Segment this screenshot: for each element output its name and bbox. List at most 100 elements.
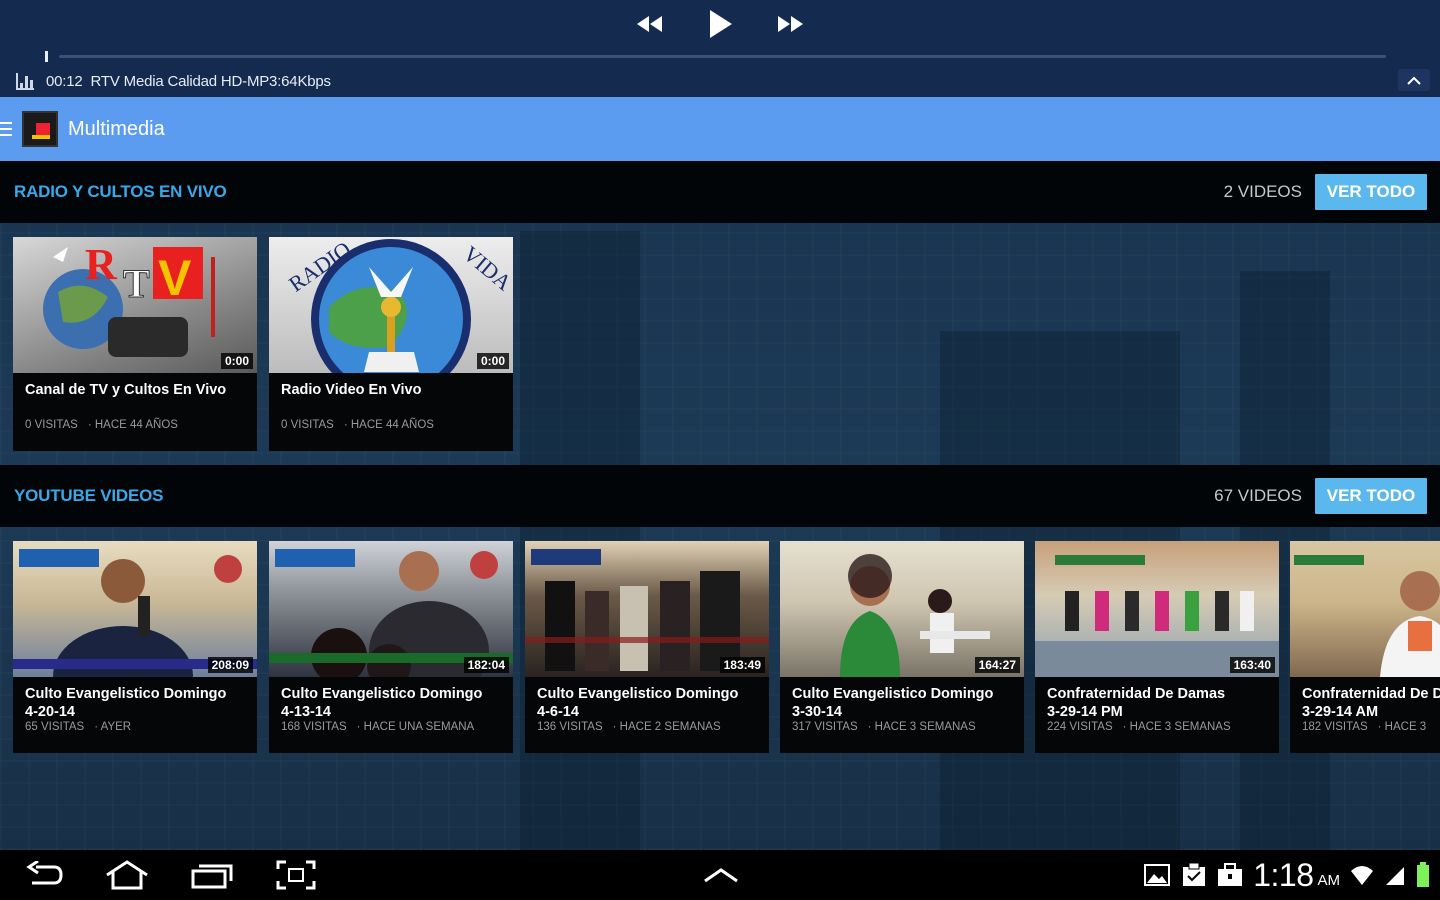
video-thumbnail xyxy=(1290,541,1440,677)
video-thumbnail: 208:09 xyxy=(13,541,257,677)
video-meta: 0 VISITAS · HACE 44 AÑOS xyxy=(13,419,257,431)
video-views: 182 VISITAS xyxy=(1302,721,1368,733)
video-duration: 182:04 xyxy=(463,657,509,673)
video-age: · HACE 3 SEMANAS xyxy=(867,721,976,733)
video-count: 67 VIDEOS xyxy=(1214,486,1302,505)
video-meta: 65 VISITAS · AYER xyxy=(13,721,257,733)
video-views: 65 VISITAS xyxy=(25,721,85,733)
section-header-live: RADIO Y CULTOS EN VIVO 2 VIDEOS VER TODO xyxy=(0,161,1440,223)
video-age: · HACE 3 SEMANAS xyxy=(1122,721,1231,733)
video-duration: 0:00 xyxy=(220,353,253,369)
video-title: Canal de TV y Cultos En Vivo xyxy=(25,382,227,398)
video-age: · HACE UNA SEMANA xyxy=(356,721,475,733)
back-icon xyxy=(26,861,63,885)
video-card[interactable]: 163:40 Confraternidad De Damas 3-29-14 P… xyxy=(1035,541,1279,753)
system-nav-bar: 1:18 AM xyxy=(0,850,1440,900)
ver-todo-button[interactable]: VER TODO xyxy=(1315,174,1427,210)
video-count: 2 VIDEOS xyxy=(1223,182,1302,201)
fast-forward-icon xyxy=(778,16,803,32)
elapsed-time: 00:12 xyxy=(46,72,83,90)
video-meta: 136 VISITAS · HACE 2 SEMANAS xyxy=(525,721,769,733)
page-title: Multimedia xyxy=(68,117,165,140)
audio-player: 00:12 RTV Media Calidad HD-MP3:64Kbps xyxy=(0,0,1440,97)
video-meta: 224 VISITAS · HACE 3 SEMANAS xyxy=(1035,721,1279,733)
menu-icon[interactable] xyxy=(0,122,14,136)
svg-text:T: T xyxy=(123,261,150,306)
expand-player-button[interactable] xyxy=(1398,69,1430,91)
section-header-youtube: YOUTUBE VIDEOS 67 VIDEOS VER TODO xyxy=(0,465,1440,527)
video-duration: 163:40 xyxy=(1229,657,1275,673)
clipboard-notification-icon xyxy=(1183,862,1206,886)
wifi-icon xyxy=(1351,866,1373,885)
video-views: 224 VISITAS xyxy=(1047,721,1113,733)
play-button[interactable] xyxy=(702,6,738,42)
nav-up-chevron-icon xyxy=(704,868,738,883)
video-views: 136 VISITAS xyxy=(537,721,603,733)
video-views: 0 VISITAS xyxy=(25,419,78,431)
video-card[interactable]: Confraternidad De D 3-29-14 AM 182 VISIT… xyxy=(1290,541,1440,753)
recent-apps-icon xyxy=(191,864,233,889)
seek-thumb[interactable] xyxy=(45,51,48,62)
video-card[interactable]: 182:04 Culto Evangelistico Domingo 4-13-… xyxy=(269,541,513,753)
video-card[interactable]: 208:09 Culto Evangelistico Domingo 4-20-… xyxy=(13,541,257,753)
home-button[interactable] xyxy=(104,858,150,892)
rewind-icon xyxy=(637,16,662,32)
video-title: Radio Video En Vivo xyxy=(281,382,422,398)
video-title: Confraternidad De Damas 3-29-14 PM xyxy=(1047,686,1226,720)
ver-todo-button[interactable]: VER TODO xyxy=(1315,478,1427,514)
video-meta: 182 VISITAS · HACE 3 xyxy=(1290,721,1440,733)
equalizer-icon xyxy=(16,72,34,90)
fast-forward-button[interactable] xyxy=(774,6,808,42)
seek-bar[interactable] xyxy=(45,48,1390,62)
video-age: · HACE 44 AÑOS xyxy=(343,419,434,431)
play-icon xyxy=(710,10,732,38)
video-duration: 183:49 xyxy=(719,657,765,673)
video-thumbnail: 164:27 xyxy=(780,541,1024,677)
video-age: · AYER xyxy=(94,721,132,733)
back-button[interactable] xyxy=(22,858,66,892)
app-bar: Multimedia xyxy=(0,97,1440,161)
video-age: · HACE 44 AÑOS xyxy=(87,419,178,431)
clock-ampm: AM xyxy=(1317,871,1341,889)
home-icon xyxy=(106,860,148,890)
video-thumbnail: 163:40 xyxy=(1035,541,1279,677)
section-title: RADIO Y CULTOS EN VIVO xyxy=(14,182,227,201)
video-card[interactable]: 164:27 Culto Evangelistico Domingo 3-30-… xyxy=(780,541,1024,753)
screenshot-icon xyxy=(276,860,316,890)
screenshot-button[interactable] xyxy=(274,858,318,892)
video-views: 317 VISITAS xyxy=(792,721,858,733)
recent-apps-button[interactable] xyxy=(190,858,234,892)
video-title: Culto Evangelistico Domingo 4-13-14 xyxy=(281,686,483,720)
video-views: 0 VISITAS xyxy=(281,419,334,431)
gallery-notification-icon xyxy=(1144,864,1171,886)
app-logo[interactable] xyxy=(22,111,58,147)
clock-time: 1:18 xyxy=(1253,856,1314,893)
video-age: · HACE 3 xyxy=(1377,721,1427,733)
battery-icon xyxy=(1417,862,1429,887)
video-title: Culto Evangelistico Domingo 3-30-14 xyxy=(792,686,994,720)
track-title: RTV Media Calidad HD-MP3:64Kbps xyxy=(90,72,331,90)
player-controls xyxy=(0,6,1440,44)
video-age: · HACE 2 SEMANAS xyxy=(612,721,721,733)
status-area[interactable]: 1:18 AM xyxy=(1143,856,1430,893)
nav-up-button[interactable] xyxy=(700,858,742,892)
video-views: 168 VISITAS xyxy=(281,721,347,733)
video-meta: 168 VISITAS · HACE UNA SEMANA xyxy=(269,721,513,733)
section-title: YOUTUBE VIDEOS xyxy=(14,486,164,505)
video-duration: 208:09 xyxy=(207,657,253,673)
svg-text:VIDA: VIDA xyxy=(458,241,513,296)
video-meta: 0 VISITAS · HACE 44 AÑOS xyxy=(269,419,513,431)
rewind-button[interactable] xyxy=(632,6,666,42)
video-thumbnail: RADIO VIDA 0:00 xyxy=(269,237,513,373)
video-card[interactable]: R T V 0:00 Canal de TV y Cultos En Vivo … xyxy=(13,237,257,451)
video-thumbnail: 182:04 xyxy=(269,541,513,677)
video-thumbnail: R T V 0:00 xyxy=(13,237,257,373)
seek-track xyxy=(59,55,1386,58)
video-card[interactable]: RADIO VIDA 0:00 Radio Video En Vivo 0 VI… xyxy=(269,237,513,451)
svg-text:R: R xyxy=(85,240,118,289)
video-card[interactable]: 183:49 Culto Evangelistico Domingo 4-6-1… xyxy=(525,541,769,753)
video-title: Confraternidad De D 3-29-14 AM xyxy=(1302,686,1440,720)
video-duration: 164:27 xyxy=(974,657,1020,673)
video-duration: 0:00 xyxy=(476,353,509,369)
video-thumbnail: 183:49 xyxy=(525,541,769,677)
